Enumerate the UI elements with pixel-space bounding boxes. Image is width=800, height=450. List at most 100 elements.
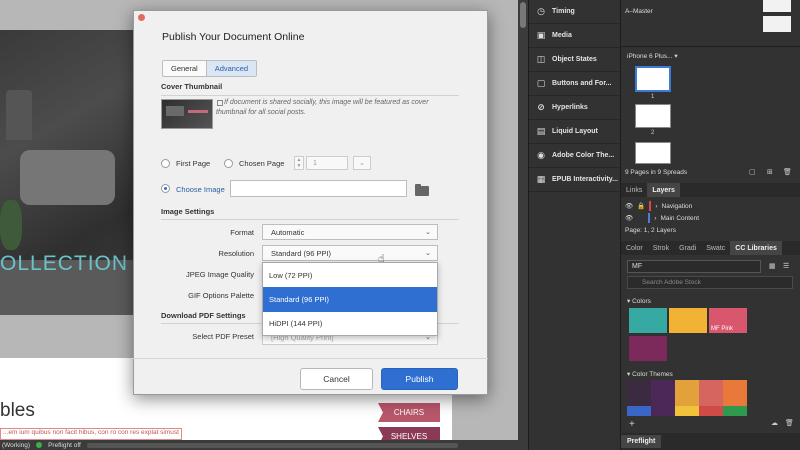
buttons-forms-icon: ▢ [536, 78, 546, 88]
dock-item-buttons-forms[interactable]: ▢ Buttons and For... [529, 72, 621, 96]
download-pdf-title: Download PDF Settings [161, 311, 246, 320]
library-select[interactable]: MF [627, 260, 761, 273]
color-swatch[interactable] [669, 308, 707, 333]
liquid-layout-icon: ▤ [536, 126, 546, 136]
color-swatch[interactable] [629, 336, 667, 361]
pages-summary: 9 Pages in 9 Spreads [625, 169, 688, 176]
format-label: Format [230, 228, 254, 237]
cloud-sync-icon[interactable]: ☁ [771, 419, 778, 427]
resolution-option-low[interactable]: Low (72 PPI) [263, 263, 437, 288]
add-icon[interactable]: + [629, 419, 635, 430]
first-page-radio[interactable] [161, 159, 170, 168]
hyperlinks-icon: ⊘ [537, 102, 545, 112]
preflight-status[interactable]: Preflight off [48, 442, 81, 449]
dock-item-liquid-layout[interactable]: ▤ Liquid Layout [529, 120, 621, 144]
resolution-option-standard[interactable]: Standard (96 PPI) [263, 287, 437, 312]
layer-color-icon [648, 213, 651, 223]
page-number-1: 1 [651, 94, 655, 100]
links-layers-tabs: Links Layers [621, 183, 800, 197]
format-select[interactable]: Automatic ⌄ [262, 224, 438, 240]
gif-palette-label: GIF Options Palette [188, 291, 254, 300]
close-icon[interactable] [138, 14, 145, 21]
colors-section-label: ▾ Colors [627, 298, 651, 305]
section-divider [161, 95, 459, 96]
master-page-label[interactable]: A–Master [625, 8, 653, 15]
layer-row-main-content[interactable]: 👁 › Main Content [621, 212, 800, 224]
stock-search-input[interactable]: Search Adobe Stock [627, 276, 793, 289]
tab-cc-libraries[interactable]: CC Libraries [730, 241, 782, 255]
page-thumb-1[interactable] [635, 66, 671, 92]
color-theme-2[interactable] [627, 406, 747, 416]
dock-item-timing[interactable]: ◷ Timing [529, 0, 621, 24]
horizontal-scrollbar[interactable] [86, 442, 458, 448]
tab-advanced[interactable]: Advanced [205, 61, 257, 76]
resolution-dropdown: Low (72 PPI) Standard (96 PPI) HiDPI (14… [262, 262, 438, 336]
delete-icon[interactable]: 🗑 [785, 419, 794, 427]
list-view-icon[interactable]: ☰ [783, 262, 789, 270]
object-states-icon: ◫ [536, 54, 546, 64]
chevron-down-icon: ⌄ [425, 250, 431, 257]
collection-heading: OLLECTION 2 [0, 252, 147, 275]
publish-button[interactable]: Publish [381, 368, 458, 390]
cancel-button[interactable]: Cancel [300, 368, 373, 390]
tab-general[interactable]: General [163, 61, 206, 76]
folder-icon[interactable] [415, 184, 429, 196]
cover-thumbnail-image [161, 99, 213, 129]
chevron-down-icon[interactable]: ⌄ [353, 156, 371, 170]
pdf-preset-label: Select PDF Preset [192, 332, 254, 341]
tab-links[interactable]: Links [621, 183, 647, 197]
first-page-label: First Page [176, 159, 211, 168]
resolution-select[interactable]: Standard (96 PPI) ⌄ [262, 245, 438, 261]
page-thumb-3[interactable] [635, 142, 671, 164]
eye-icon[interactable]: 👁 [625, 214, 633, 222]
chevron-right-icon[interactable]: › [655, 203, 657, 210]
page-thumb-2[interactable] [635, 104, 671, 128]
color-theme[interactable] [627, 380, 747, 406]
grid-view-icon[interactable]: ▦ [769, 262, 776, 270]
tab-stroke[interactable]: Strok [648, 241, 674, 255]
new-page-icon[interactable]: ▢ [749, 168, 756, 176]
lock-icon[interactable]: 🔒 [637, 202, 645, 210]
tab-gradient[interactable]: Gradi [674, 241, 701, 255]
eye-icon[interactable]: 👁 [625, 202, 633, 210]
preflight-panel-tab[interactable]: Preflight [621, 433, 800, 450]
dock-item-hyperlinks[interactable]: ⊘ Hyperlinks [529, 96, 621, 120]
master-thumb[interactable] [763, 0, 791, 12]
chosen-page-field[interactable]: 1 [306, 156, 348, 170]
preflight-status-icon [36, 442, 43, 448]
vertical-scrollbar[interactable] [518, 0, 528, 440]
page-stepper[interactable]: ▲ ▼ [294, 156, 304, 170]
choose-image-radio[interactable] [161, 184, 170, 193]
timing-icon: ◷ [537, 6, 545, 16]
tab-layers[interactable]: Layers [647, 183, 680, 197]
layer-row-navigation[interactable]: 👁 🔒 › Navigation [621, 200, 800, 212]
cover-thumbnail-title: Cover Thumbnail [161, 82, 223, 91]
dock-item-object-states[interactable]: ◫ Object States [529, 48, 621, 72]
panel-dock: ◷ Timing ▣ Media ◫ Object States ▢ Buttons a… [528, 0, 621, 450]
body-text-frame[interactable]: ...em ium quibus non facit hibus, con ro… [0, 428, 182, 440]
color-swatch[interactable] [629, 308, 667, 333]
dock-item-adobe-color-themes[interactable]: ◉ Adobe Color The... [529, 144, 621, 168]
image-settings-title: Image Settings [161, 207, 215, 216]
tab-swatches[interactable]: Swatc [701, 241, 730, 255]
tab-color[interactable]: Color [621, 241, 648, 255]
add-page-icon[interactable]: ⊞ [767, 168, 773, 176]
scroll-thumb[interactable] [520, 2, 526, 28]
cover-thumbnail-note: If document is shared socially, this ima… [216, 99, 429, 116]
color-swatch-mf-pink[interactable]: MF Pink [709, 308, 747, 333]
app-window: OLLECTION 2 bles ...em ium quibus non fa… [0, 0, 800, 450]
footer-divider [133, 358, 488, 359]
chevron-down-icon: ▾ [674, 53, 678, 60]
master-thumb-2[interactable] [763, 16, 791, 32]
chosen-page-radio[interactable] [224, 159, 233, 168]
pages-divider [621, 46, 800, 47]
image-path-input[interactable] [230, 180, 407, 197]
dock-item-epub-interactivity[interactable]: ▦ EPUB Interactivity... [529, 168, 621, 192]
dock-item-media[interactable]: ▣ Media [529, 24, 621, 48]
device-size-select[interactable]: iPhone 6 Plus... ▾ [627, 52, 678, 60]
delete-page-icon[interactable]: 🗑 [783, 168, 792, 176]
resolution-option-hidpi[interactable]: HiDPI (144 PPI) [263, 311, 437, 336]
chevron-right-icon[interactable]: › [654, 215, 656, 222]
pointer-cursor-icon: ☝ [378, 253, 385, 265]
working-mode[interactable]: (Working) [2, 442, 30, 449]
